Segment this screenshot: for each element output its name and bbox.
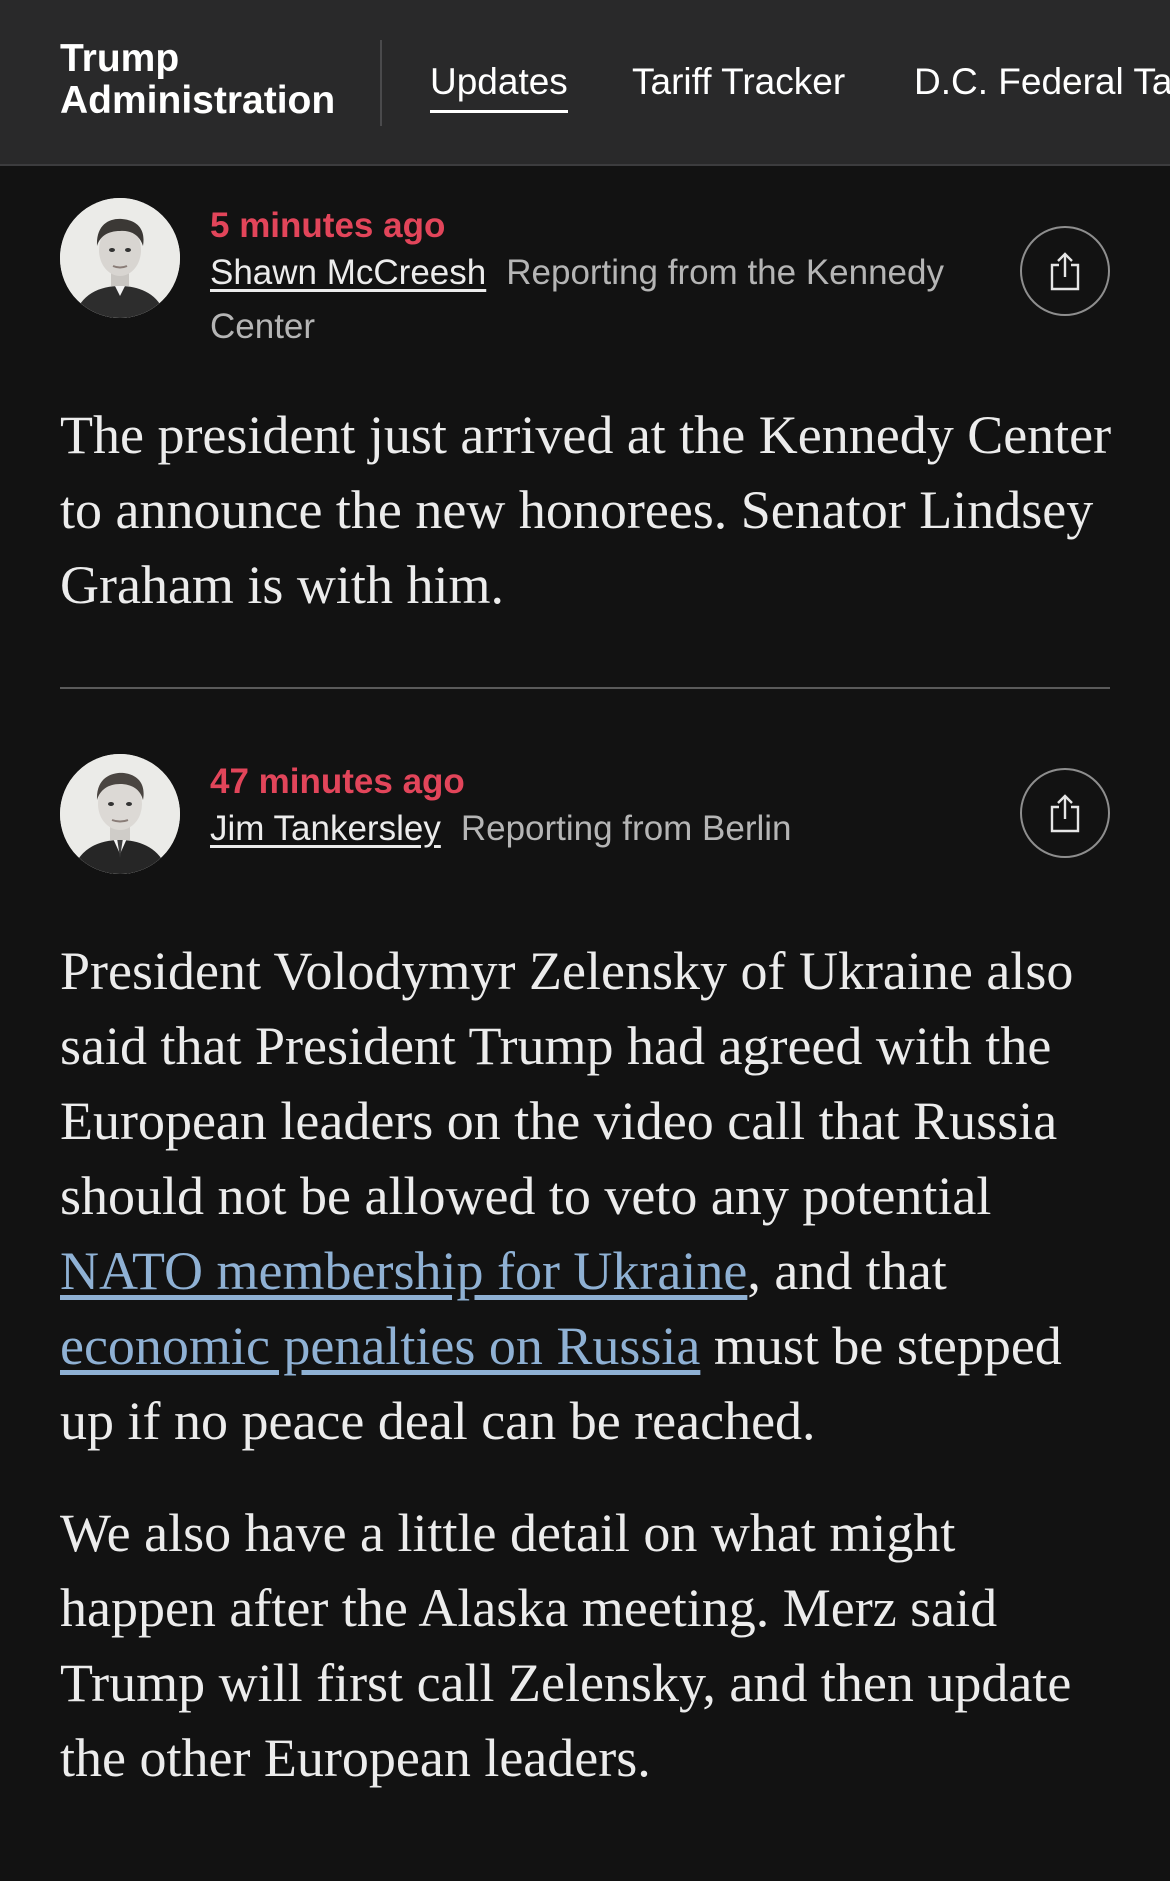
timestamp: 47 minutes ago: [210, 762, 465, 801]
section-title-line-1: Trump: [60, 37, 180, 80]
tab-updates[interactable]: Updates: [430, 60, 568, 113]
post-divider: [60, 687, 1110, 689]
person-portrait-icon: [60, 198, 180, 318]
tab-dc-federal[interactable]: D.C. Federal Ta: [914, 60, 1170, 104]
share-button[interactable]: [1020, 226, 1110, 316]
section-nav-bar: Trump Administration Updates Tariff Trac…: [0, 0, 1170, 166]
section-title[interactable]: Trump Administration: [60, 38, 360, 122]
post-body: President Volodymyr Zelensky of Ukraine …: [60, 934, 1120, 1796]
reporting-location: Reporting from Berlin: [460, 809, 792, 848]
post-meta: 5 minutes ago Shawn McCreesh Reporting fr…: [210, 198, 1050, 354]
timestamp: 5 minutes ago: [210, 206, 446, 245]
tab-tariff-tracker[interactable]: Tariff Tracker: [632, 60, 845, 104]
byline: Jim Tankersley Reporting from Berlin: [210, 802, 1050, 856]
section-title-line-2: Administration: [60, 79, 336, 122]
post-paragraph: President Volodymyr Zelensky of Ukraine …: [60, 934, 1120, 1459]
person-portrait-icon: [60, 754, 180, 874]
author-avatar[interactable]: [60, 198, 180, 318]
author-link[interactable]: Jim Tankersley: [210, 809, 441, 848]
byline: Shawn McCreesh Reporting from the Kennedy…: [210, 246, 1050, 354]
nav-divider: [380, 40, 382, 126]
paragraph-text: , and that: [747, 1241, 947, 1301]
paragraph-text: President Volodymyr Zelensky of Ukraine …: [60, 941, 1074, 1226]
author-link[interactable]: Shawn McCreesh: [210, 253, 486, 292]
post-body: The president just arrived at the Kenned…: [60, 398, 1120, 623]
post-paragraph: The president just arrived at the Kenned…: [60, 405, 1112, 615]
share-icon: [1050, 794, 1080, 833]
share-icon: [1050, 252, 1080, 291]
post-meta: 47 minutes ago Jim Tankersley Reporting f…: [210, 754, 1050, 856]
share-button[interactable]: [1020, 768, 1110, 858]
post-paragraph: We also have a little detail on what mig…: [60, 1503, 1072, 1788]
nato-membership-link[interactable]: NATO membership for Ukraine: [60, 1241, 747, 1301]
author-avatar[interactable]: [60, 754, 180, 874]
economic-penalties-link[interactable]: economic penalties on Russia: [60, 1316, 700, 1376]
